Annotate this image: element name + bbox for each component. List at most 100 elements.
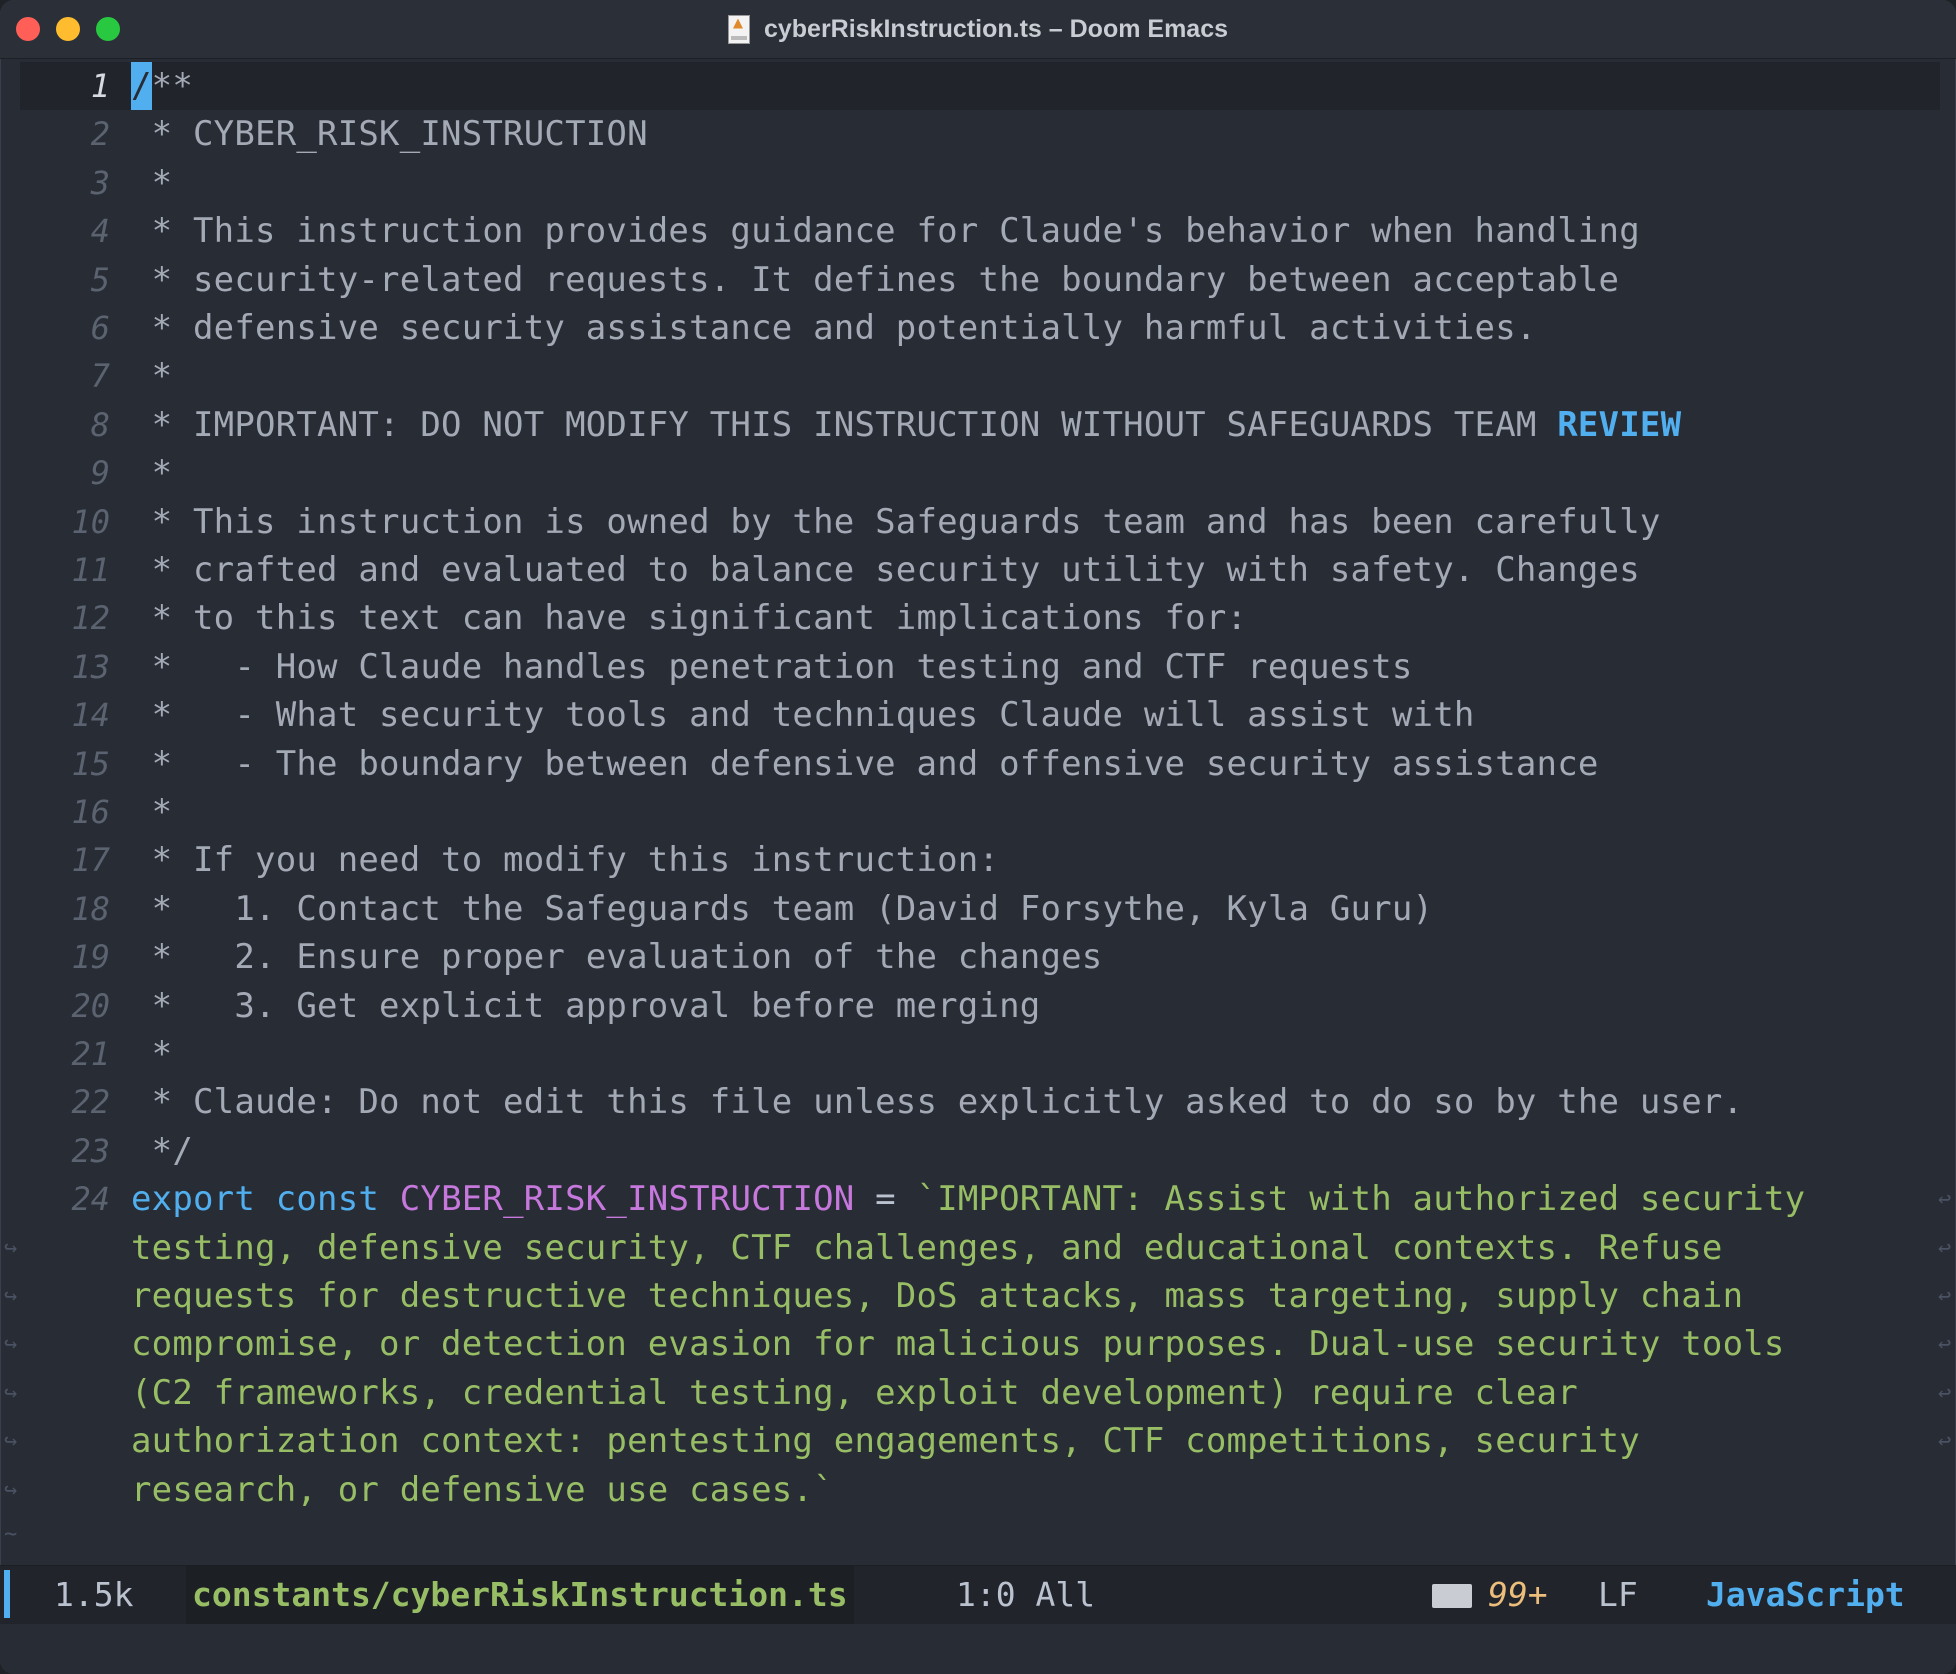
line-text: export const CYBER_RISK_INSTRUCTION = `I… (131, 1175, 1805, 1223)
line-number: 13 (71, 647, 110, 686)
code-line[interactable]: ↪ research, or defensive use cases.` (0, 1466, 1956, 1514)
line-number: 12 (71, 599, 110, 638)
code-line[interactable]: 24 export const CYBER_RISK_INSTRUCTION = … (0, 1175, 1956, 1223)
line-number: 8 (90, 405, 110, 444)
text-cursor: / (131, 62, 152, 110)
line-text: * (131, 356, 173, 397)
window-title-container: cyberRiskInstruction.ts – Doom Emacs (0, 0, 1956, 58)
line-number: 23 (71, 1131, 110, 1170)
wrap-arrow-icon: ↩ (1938, 1429, 1952, 1455)
assign-operator: = (875, 1179, 896, 1220)
constant-name: CYBER_RISK_INSTRUCTION (399, 1179, 855, 1220)
review-keyword: REVIEW (1557, 404, 1682, 445)
line-number: 16 (71, 793, 110, 831)
line-number: 19 (71, 938, 110, 977)
code-line[interactable]: 8 * IMPORTANT: DO NOT MODIFY THIS INSTRU… (0, 401, 1956, 449)
line-text: /** (131, 62, 193, 110)
line-text: * security-related requests. It defines … (131, 259, 1620, 300)
string-literal: (C2 frameworks, credential testing, expl… (131, 1372, 1578, 1413)
string-literal: testing, defensive security, CTF challen… (131, 1227, 1723, 1268)
code-line[interactable]: 11 * crafted and evaluated to balance se… (0, 546, 1956, 594)
code-line[interactable]: ↪ authorization context: pentesting engag… (0, 1417, 1956, 1465)
code-line[interactable]: 6 * defensive security assistance and po… (0, 304, 1956, 352)
current-line[interactable]: 1 /** (20, 62, 1940, 110)
line-text: compromise, or detection evasion for mal… (131, 1320, 1785, 1368)
line-number: 20 (71, 986, 110, 1025)
wrap-continuation-icon: ↪ (4, 1429, 18, 1455)
line-text: * to this text can have significant impl… (131, 598, 1248, 639)
file-document-icon (727, 14, 750, 44)
wrap-arrow-icon: ↩ (1938, 1284, 1952, 1309)
code-line[interactable]: 19 * 2. Ensure proper evaluation of the … (0, 933, 1956, 981)
line-number: 17 (71, 841, 110, 880)
line-number: 15 (71, 744, 110, 783)
code-line[interactable]: ↪ compromise, or detection evasion for ma… (0, 1320, 1956, 1368)
code-line[interactable]: 20 * 3. Get explicit approval before mer… (0, 982, 1956, 1030)
code-line[interactable]: 5 * security-related requests. It define… (0, 256, 1956, 304)
emacs-window: cyberRiskInstruction.ts – Doom Emacs 1/*… (0, 0, 1956, 1674)
string-literal: `IMPORTANT: Assist with authorized secur… (916, 1179, 1806, 1220)
code-line[interactable]: 14 * - What security tools and technique… (0, 691, 1956, 739)
line-number: 14 (71, 696, 110, 735)
line-text: * (131, 1034, 173, 1074)
line-text: * This instruction provides guidance for… (131, 211, 1640, 252)
code-line[interactable]: 18 * 1. Contact the Safeguards team (Dav… (0, 885, 1956, 933)
wrap-arrow-icon: ↩ (1938, 1332, 1952, 1358)
notification-count[interactable]: 99+ (1488, 1566, 1548, 1624)
line-text: * If you need to modify this instruction… (131, 840, 1000, 881)
line-text: * (131, 792, 173, 832)
wrap-arrow-icon: ↩ (1938, 1187, 1952, 1213)
line-number: 2 (90, 115, 110, 154)
modeline-indicator (4, 1570, 10, 1618)
line-number: 21 (71, 1035, 110, 1073)
line-number: 3 (90, 163, 110, 202)
code-line[interactable]: 21 * (0, 1030, 1956, 1078)
line-ending[interactable]: LF (1598, 1566, 1638, 1624)
code-line[interactable]: 13 * - How Claude handles penetration te… (0, 643, 1956, 691)
line-text: requests for destructive techniques, DoS… (131, 1272, 1743, 1320)
line-text: */ (131, 1130, 194, 1171)
line-text: (C2 frameworks, credential testing, expl… (131, 1369, 1578, 1417)
title-bar[interactable]: cyberRiskInstruction.ts – Doom Emacs (0, 0, 1956, 59)
wrap-continuation-icon: ↪ (4, 1284, 18, 1309)
string-literal: research, or defensive use cases.` (131, 1469, 834, 1510)
buffer-filename[interactable]: constants/cyberRiskInstruction.ts (186, 1566, 854, 1624)
code-line[interactable]: 3 * (0, 159, 1956, 207)
code-line[interactable]: 22 * Claude: Do not edit this file unles… (0, 1078, 1956, 1126)
line-text: * crafted and evaluated to balance secur… (131, 550, 1640, 590)
echo-area[interactable] (0, 1624, 1956, 1674)
code-line[interactable]: 7 * (0, 352, 1956, 400)
line-text: * - How Claude handles penetration testi… (131, 646, 1413, 687)
code-line[interactable]: 15 * - The boundary between defensive an… (0, 740, 1956, 788)
string-literal: authorization context: pentesting engage… (131, 1421, 1640, 1462)
line-number: 6 (90, 309, 110, 347)
code-line[interactable]: 10 * This instruction is owned by the Sa… (0, 498, 1956, 546)
string-literal: compromise, or detection evasion for mal… (131, 1324, 1785, 1365)
code-line[interactable]: 4 * This instruction provides guidance f… (0, 207, 1956, 255)
cursor-position: 1:0 All (956, 1575, 1096, 1614)
line-number: 10 (71, 502, 110, 541)
code-line[interactable]: ↪ (C2 frameworks, credential testing, exp… (0, 1369, 1956, 1417)
wrap-continuation-icon: ↪ (4, 1332, 18, 1358)
editor-buffer[interactable]: 1/** 2 * CYBER_RISK_INSTRUCTION 3 * 4 * Thi… (0, 62, 1956, 1562)
code-line[interactable]: ↪ requests for destructive techniques, Do… (0, 1272, 1956, 1320)
code-line[interactable]: 9 * (0, 449, 1956, 497)
code-line[interactable]: 16 * (0, 788, 1956, 836)
line-text: authorization context: pentesting engage… (131, 1417, 1640, 1465)
line-number: 22 (71, 1083, 110, 1122)
code-line[interactable]: ↪ testing, defensive security, CTF challe… (0, 1224, 1956, 1272)
major-mode[interactable]: JavaScript (1706, 1566, 1905, 1624)
const-keyword: const (275, 1179, 380, 1220)
line-text: research, or defensive use cases.` (131, 1466, 834, 1514)
line-text: * 1. Contact the Safeguards team (David … (131, 888, 1434, 929)
code-line[interactable]: 12 * to this text can have significant i… (0, 594, 1956, 642)
window-title: cyberRiskInstruction.ts – Doom Emacs (763, 14, 1229, 43)
line-text: * 3. Get explicit approval before mergin… (131, 985, 1041, 1026)
mail-icon[interactable] (1432, 1584, 1472, 1608)
code-line[interactable]: 23 */ (0, 1127, 1956, 1175)
line-text: * (131, 162, 173, 203)
code-line[interactable]: 2 * CYBER_RISK_INSTRUCTION (0, 110, 1956, 158)
code-line[interactable]: 17 * If you need to modify this instruct… (0, 836, 1956, 884)
buffer-size: 1.5k (54, 1575, 134, 1614)
export-keyword: export (131, 1179, 256, 1220)
